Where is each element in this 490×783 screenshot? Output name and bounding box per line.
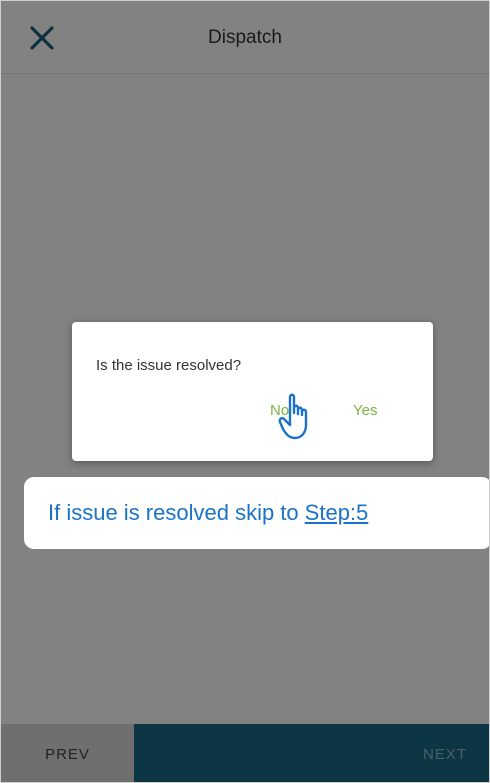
yes-button[interactable]: Yes <box>353 402 377 419</box>
app-screen: Dispatch PREV NEXT Is the issue resolved… <box>0 0 490 783</box>
callout-text: If issue is resolved skip to <box>48 500 299 525</box>
instruction-callout: If issue is resolved skip to Step:5 <box>24 477 489 549</box>
step-link[interactable]: Step:5 <box>305 500 369 526</box>
hand-pointer-icon <box>278 393 308 440</box>
confirm-dialog: Is the issue resolved? No Yes <box>72 322 433 461</box>
dialog-question: Is the issue resolved? <box>96 357 242 374</box>
